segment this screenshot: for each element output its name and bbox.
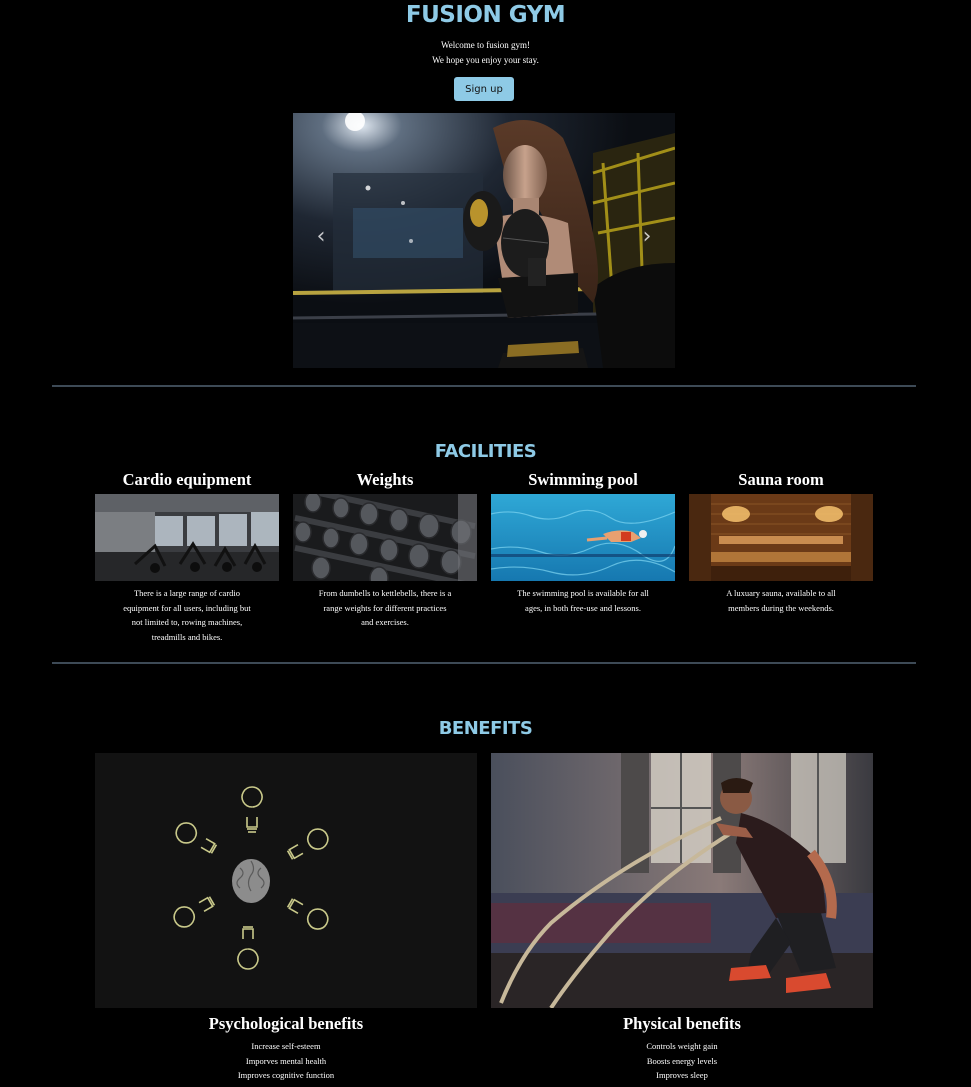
chevron-left-icon[interactable]: ‹ <box>311 225 331 249</box>
hero-image-boxer <box>293 113 675 368</box>
facility-description: A luxuary sauna, available to all member… <box>726 588 836 613</box>
facility-image-cardio <box>95 494 279 581</box>
facility-title: Cardio equipment <box>122 470 252 489</box>
facility-card-pool: Swimming pool The swimming pool is avail… <box>491 468 675 615</box>
benefit-image-physical <box>491 753 873 1008</box>
benefit-title: Psychological benefits <box>208 1014 364 1033</box>
facility-description: The swimming pool is available for all a… <box>517 588 649 613</box>
benefit-points-psychological: Increase self-esteem Imporves mental hea… <box>95 1039 477 1083</box>
welcome-message: Welcome to fusion gym! We hope you enjoy… <box>0 38 971 68</box>
facility-card-sauna: Sauna room A luxuary sauna, available to… <box>689 468 873 615</box>
facility-description: There is a large range of cardio equipme… <box>123 588 251 642</box>
facility-card-cardio: Cardio equipment There is a large range … <box>95 468 279 644</box>
welcome-line: Welcome to fusion gym! <box>440 40 530 50</box>
list-item: Boosts energy levels <box>646 1055 718 1066</box>
list-item: Imporves mental health <box>245 1055 327 1066</box>
page-title: FUSION GYM <box>405 2 566 28</box>
welcome-line: We hope you enjoy your stay. <box>432 55 539 65</box>
facility-description: From dumbells to kettlebells, there is a… <box>318 588 452 627</box>
list-item: Improves cognitive function <box>237 1070 335 1080</box>
benefits-heading: BENEFITS <box>438 718 533 739</box>
list-item: Increase self-esteem <box>251 1041 321 1051</box>
list-item: Controls weight gain <box>646 1041 718 1051</box>
facility-title: Weights <box>356 470 414 489</box>
list-item: Improves sleep <box>656 1070 708 1080</box>
hero-carousel: ‹ › <box>293 113 675 368</box>
sign-up-button[interactable]: Sign up <box>454 77 514 101</box>
facility-card-weights: Weights From dumbells to kettlebells, th… <box>293 468 477 630</box>
facility-title: Sauna room <box>738 470 824 489</box>
facility-image-pool <box>491 494 675 581</box>
section-divider <box>52 385 916 387</box>
section-divider <box>52 662 916 664</box>
facility-image-sauna <box>689 494 873 581</box>
facility-title: Swimming pool <box>528 470 638 489</box>
facility-image-weights <box>293 494 477 581</box>
benefit-image-psychological <box>95 753 477 1008</box>
chevron-right-icon[interactable]: › <box>637 225 657 249</box>
benefit-points-physical: Controls weight gain Boosts energy level… <box>491 1039 873 1083</box>
benefit-title: Physical benefits <box>623 1014 741 1033</box>
facilities-heading: FACILITIES <box>434 441 537 462</box>
